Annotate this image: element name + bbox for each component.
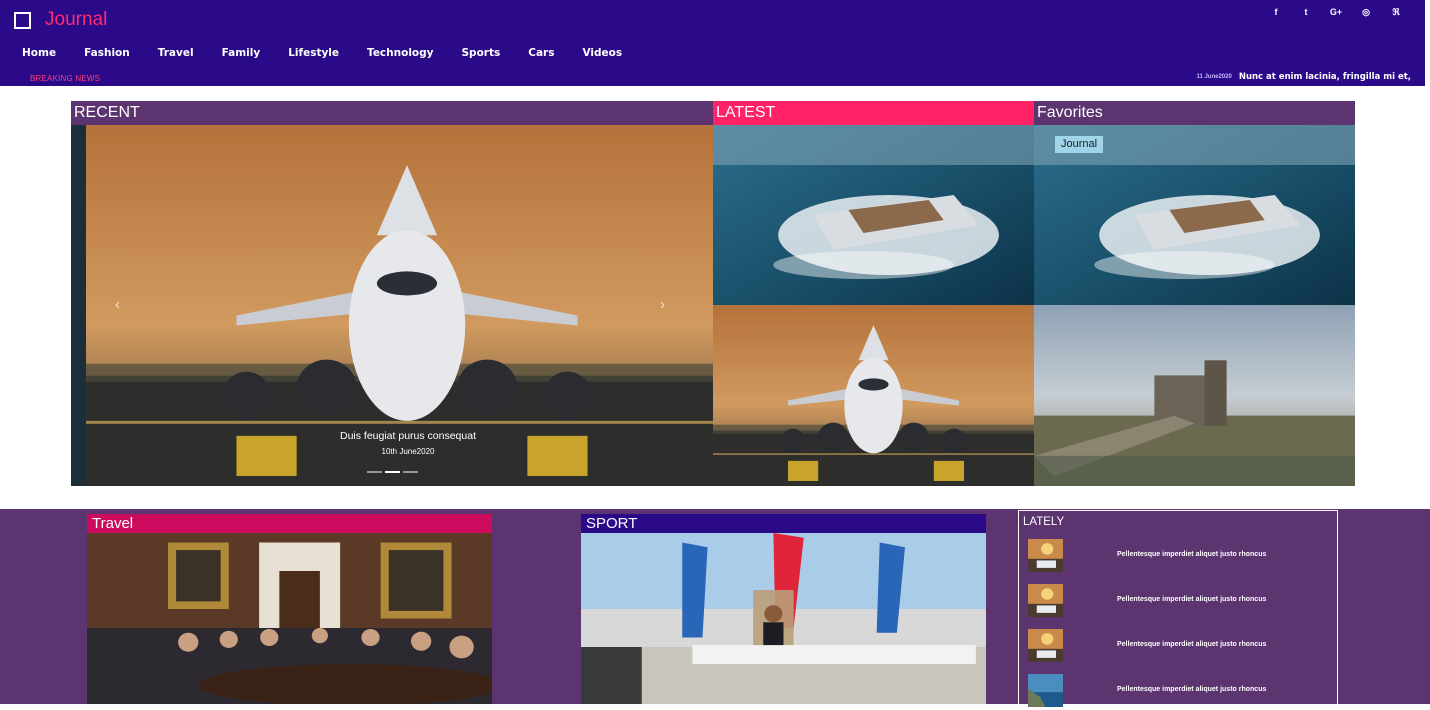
site-header: Journal f t G+ ◎ ℜ Home Fashion Travel F…: [0, 0, 1425, 86]
news-ticker[interactable]: 11 June2020 Nunc at enim lacinia, fringi…: [1196, 72, 1411, 82]
latest-airplane-image[interactable]: [713, 305, 1034, 486]
lately-thumbnail: [1028, 584, 1063, 617]
lately-thumbnail: [1028, 629, 1063, 662]
carousel-indicators: [367, 471, 421, 473]
ticker-headline[interactable]: Nunc at enim lacinia, fringilla mi et,: [1239, 72, 1411, 82]
sport-runner-image[interactable]: [581, 533, 986, 704]
site-name: Journal: [45, 9, 108, 30]
breaking-news-label: BREAKING NEWS: [30, 74, 101, 83]
lately-item-title[interactable]: Pellentesque imperdiet aliquet justo rho…: [1117, 551, 1266, 558]
journal-tag[interactable]: Journal: [1055, 136, 1104, 153]
slide-date: 10th June2020: [381, 447, 435, 456]
nav-item-technology[interactable]: Technology: [367, 47, 433, 60]
lately-item-title[interactable]: Pellentesque imperdiet aliquet justo rho…: [1117, 641, 1266, 648]
brand[interactable]: Journal: [14, 8, 107, 32]
lately-widget: LATELY Pellentesque imperdiet aliquet ju…: [1018, 510, 1338, 710]
facebook-icon[interactable]: f: [1261, 6, 1291, 18]
latest-yacht-image[interactable]: [713, 125, 1034, 305]
recent-header: RECENT: [71, 101, 713, 125]
ticker-date: 11 June2020: [1196, 74, 1232, 80]
sport-header[interactable]: SPORT: [581, 514, 986, 533]
lately-thumbnail: [1028, 539, 1063, 572]
main-nav: Home Fashion Travel Family Lifestyle Tec…: [22, 47, 650, 60]
lately-item[interactable]: Pellentesque imperdiet aliquet justo rho…: [1028, 674, 1328, 707]
lately-thumbnail: [1028, 674, 1063, 707]
social-links: f t G+ ◎ ℜ: [1261, 6, 1411, 18]
carousel-indicator[interactable]: [403, 471, 418, 473]
nav-item-home[interactable]: Home: [22, 47, 56, 60]
carousel-indicator[interactable]: [367, 471, 382, 473]
nav-item-family[interactable]: Family: [222, 47, 261, 60]
slide-title[interactable]: Duis feugiat purus consequat: [270, 430, 546, 443]
nav-item-cars[interactable]: Cars: [528, 47, 554, 60]
google-plus-icon[interactable]: G+: [1321, 6, 1351, 18]
lately-item-title[interactable]: Pellentesque imperdiet aliquet justo rho…: [1117, 596, 1266, 603]
carousel-prev-icon[interactable]: ‹: [115, 295, 120, 315]
lately-item-title[interactable]: Pellentesque imperdiet aliquet justo rho…: [1117, 686, 1266, 693]
favorites-castle-image[interactable]: [1034, 305, 1355, 486]
square-logo-icon: [14, 11, 31, 29]
nav-item-fashion[interactable]: Fashion: [84, 47, 130, 60]
rss-icon[interactable]: ℜ: [1381, 6, 1411, 18]
lately-item[interactable]: Pellentesque imperdiet aliquet justo rho…: [1028, 584, 1328, 617]
travel-meeting-image[interactable]: [87, 533, 492, 704]
slide-caption: Duis feugiat purus consequat 10th June20…: [270, 430, 546, 457]
twitter-icon[interactable]: t: [1291, 6, 1321, 18]
carousel-indicator-active[interactable]: [385, 471, 400, 473]
latest-header: LATEST: [713, 101, 1034, 125]
carousel-next-icon[interactable]: ›: [660, 295, 665, 315]
lately-item[interactable]: Pellentesque imperdiet aliquet justo rho…: [1028, 629, 1328, 662]
instagram-icon[interactable]: ◎: [1351, 6, 1381, 18]
nav-item-sports[interactable]: Sports: [462, 47, 501, 60]
nav-item-lifestyle[interactable]: Lifestyle: [288, 47, 339, 60]
lately-title: LATELY: [1023, 516, 1065, 528]
nav-item-videos[interactable]: Videos: [582, 47, 622, 60]
favorites-header: Favorites: [1034, 101, 1355, 125]
lately-item[interactable]: Pellentesque imperdiet aliquet justo rho…: [1028, 539, 1328, 572]
travel-header[interactable]: Travel: [87, 514, 492, 533]
nav-item-travel[interactable]: Travel: [158, 47, 194, 60]
